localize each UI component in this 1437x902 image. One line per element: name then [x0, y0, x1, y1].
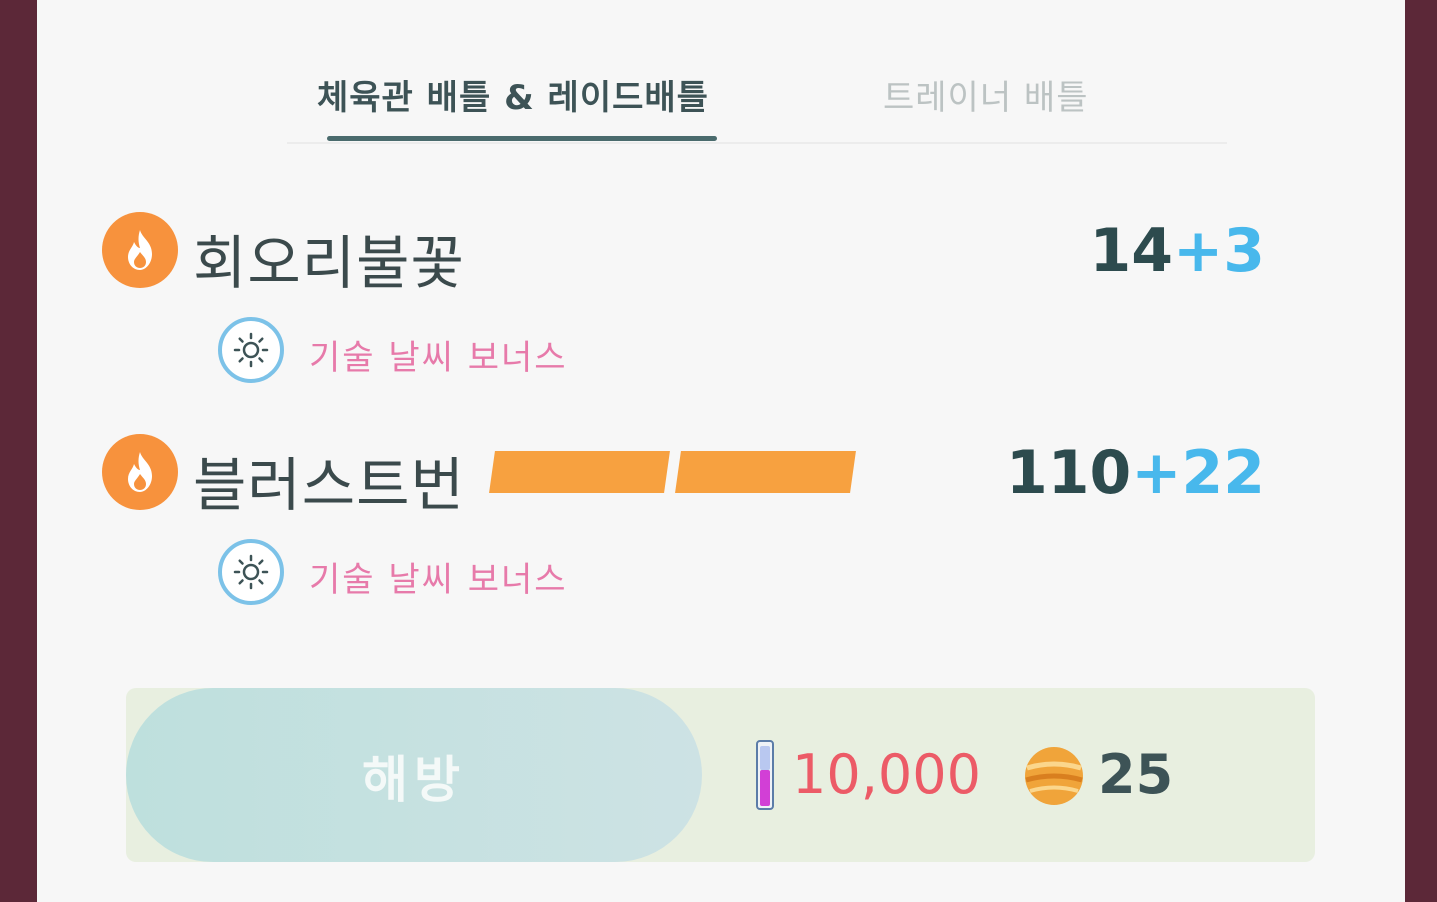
tab-trainer-battle[interactable]: 트레이너 배틀: [883, 70, 1089, 119]
fire-icon: [102, 212, 178, 288]
candy-icon: [1025, 747, 1083, 805]
move-power: 110+22: [1006, 438, 1265, 508]
unlock-button[interactable]: 해방: [126, 688, 702, 862]
base-power: 14: [1089, 216, 1173, 286]
stardust-icon: [756, 740, 774, 810]
fire-icon: [102, 434, 178, 510]
energy-bars: [488, 451, 858, 493]
sunny-icon: [218, 317, 284, 383]
tab-gym-raid-battle[interactable]: 체육관 배틀 & 레이드배틀: [317, 70, 709, 119]
energy-bar-segment: [675, 451, 856, 493]
stardust-cost: 10,000: [792, 743, 981, 806]
energy-bar-segment: [489, 451, 670, 493]
move-detail-panel: 체육관 배틀 & 레이드배틀 트레이너 배틀 회오리불꽃 14+3 기술 날씨 …: [37, 0, 1405, 902]
weather-bonus-label: 기술 날씨 보너스: [309, 338, 568, 378]
unlock-button-label: 해방: [362, 751, 466, 809]
base-power: 110: [1005, 438, 1132, 508]
sunny-icon: [218, 539, 284, 605]
weather-bonus-label: 기술 날씨 보너스: [309, 560, 568, 600]
battle-tabs: 체육관 배틀 & 레이드배틀 트레이너 배틀: [287, 60, 1227, 144]
move-name: 회오리불꽃: [193, 229, 465, 297]
active-tab-indicator: [327, 136, 717, 141]
candy-cost: 25: [1098, 743, 1174, 806]
move-power: 14+3: [1089, 216, 1265, 286]
unlock-cost-bar: 해방 10,000 25: [126, 688, 1315, 862]
bonus-power: +3: [1172, 216, 1265, 286]
bonus-power: +22: [1131, 438, 1265, 508]
move-name: 블러스트번: [193, 451, 465, 519]
